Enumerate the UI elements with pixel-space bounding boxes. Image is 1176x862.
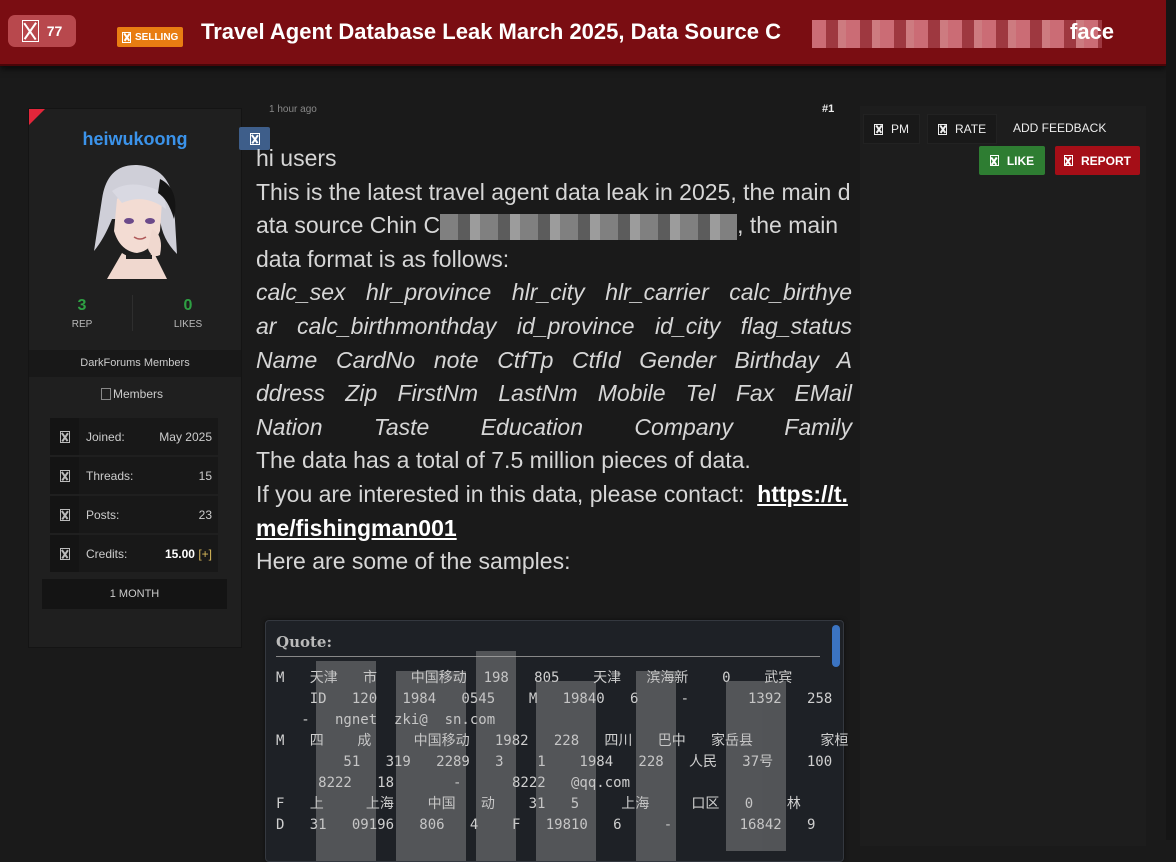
views-badge: 77 [8,15,76,47]
reputation-label: REP [71,319,93,330]
info-key: Posts: [86,507,120,522]
rate-label: RATE [955,122,987,136]
prefix-label: SELLING [135,31,179,43]
quote-label: Quote: [276,633,332,651]
pm-button[interactable]: PM [863,114,920,144]
tag-icon [122,31,131,43]
rate-button[interactable]: RATE [927,114,998,144]
avatar[interactable] [82,159,188,279]
pm-label: PM [891,122,909,136]
quote-scrollbar[interactable] [832,625,840,667]
like-button[interactable]: LIKE [979,146,1045,175]
post-timestamp[interactable]: 1 hour ago [269,104,317,115]
star-icon [938,123,947,135]
post-number[interactable]: #1 [822,103,834,115]
info-row-threads: Threads: 15 [50,457,218,494]
post-actions: PM RATE ADD FEEDBACK LIKE REPORT [860,106,1146,846]
credits-amount: 15.00 [164,546,195,561]
envelope-icon [874,123,883,135]
user-panel: heiwukoong 3 REP 0 LIKES DarkForums Memb… [28,108,242,648]
report-button[interactable]: REPORT [1055,146,1140,175]
total-text: The data has a total of 7.5 million piec… [256,447,751,474]
members-image-alt: Members [113,387,164,401]
add-feedback-label: ADD FEEDBACK [1013,121,1107,135]
greeting-text: hi users [256,145,337,171]
add-feedback-button[interactable]: ADD FEEDBACK [1003,114,1116,142]
quote-box[interactable]: Quote: M 天津 市 中国移动 198 805 天津 滨海新 0 武宾 I… [265,620,885,862]
user-group: DarkForums Members [29,350,241,377]
info-value[interactable]: 15 [199,469,218,483]
contact-label: If you are interested in this data, plea… [256,480,745,507]
like-label: LIKE [1006,153,1035,168]
user-info-table: Joined: May 2025 Threads: 15 Posts: 23 C… [50,418,218,574]
thread-title: Travel Agent Database Leak March 2025, D… [201,19,781,44]
selling-prefix[interactable]: SELLING [117,27,184,47]
reputation-value: 3 [77,297,87,314]
info-row-joined: Joined: May 2025 [50,418,218,455]
posts-icon [59,508,70,521]
quote-divider [276,656,820,657]
info-row-credits: Credits: 15.00 [+] [50,535,218,572]
likes-stat[interactable]: 0 LIKES [135,297,241,330]
credits-add-link[interactable]: [+] [198,547,212,561]
thread-title-tail: face [1070,19,1115,44]
thread-header: 77 SELLING Travel Agent Database Leak Ma… [0,0,1166,66]
info-key: Credits: [86,546,128,561]
views-count: 77 [46,23,63,39]
coin-icon [59,547,70,560]
calendar-icon [59,430,70,443]
info-value[interactable]: 23 [199,508,218,522]
credits-value: 15.00 [+] [165,547,218,561]
membership-badge: 1 MONTH [42,579,227,609]
stat-divider [132,295,133,331]
eye-icon [21,20,39,42]
redacted-title-segment [812,20,1102,48]
info-value: May 2025 [159,429,212,444]
redacted-source [440,214,738,241]
samples-text: Here are some of the samples: [256,548,571,575]
intro-text: This is the latest travel agent data lea… [256,176,852,277]
flag-icon [1063,155,1073,166]
report-label: REPORT [1080,153,1131,168]
broken-image-icon [101,388,111,400]
threads-icon [59,469,70,482]
post-body: hi users This is the latest travel agent… [256,142,852,579]
field-list: calc_sex hlr_province hlr_city hlr_carri… [256,279,852,440]
info-key: Threads: [86,468,134,483]
likes-value: 0 [183,297,193,314]
contact-text: If you are interested in this data, plea… [256,478,852,545]
username-link[interactable]: heiwukoong [29,129,241,150]
members-group-image: Members [101,387,163,401]
info-key: Joined: [86,429,125,444]
corner-flag [29,109,45,125]
info-row-posts: Posts: 23 [50,496,218,533]
reputation-stat[interactable]: 3 REP [29,297,135,330]
page-scrollbar-track[interactable] [1166,0,1176,840]
thumbs-up-icon [989,155,999,166]
likes-label: LIKES [173,319,203,330]
quote-content: M 天津 市 中国移动 198 805 天津 滨海新 0 武宾 ID 120 1… [276,670,885,833]
